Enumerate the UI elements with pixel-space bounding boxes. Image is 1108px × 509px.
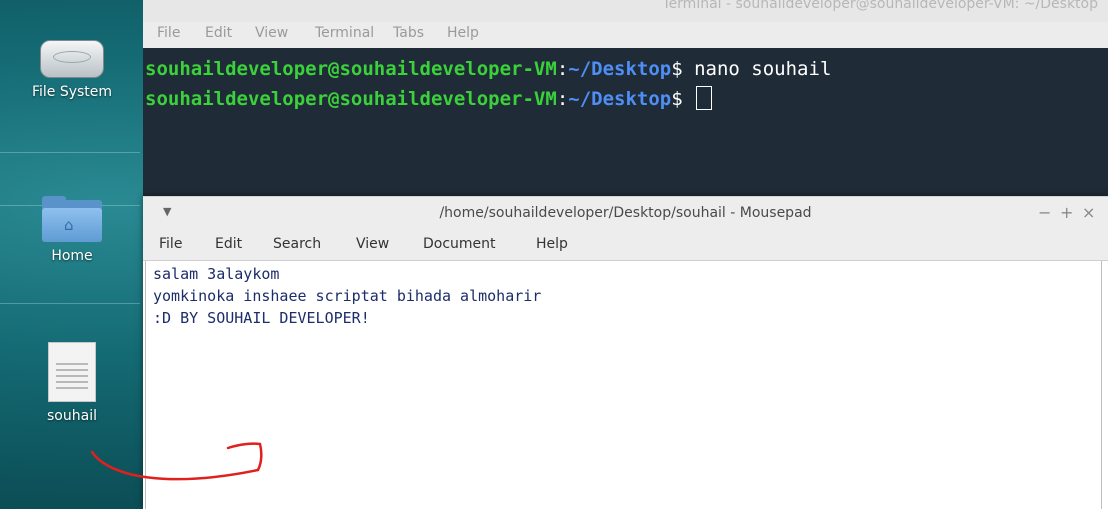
annotation-arrow	[90, 442, 263, 481]
